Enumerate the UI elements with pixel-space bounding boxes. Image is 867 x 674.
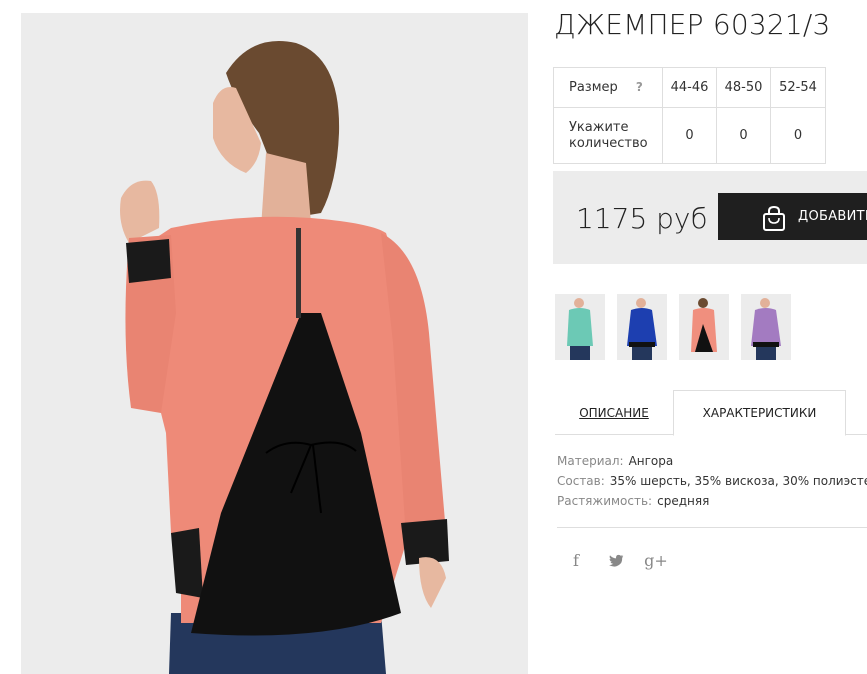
characteristic-row: Материал: Ангора: [557, 451, 867, 471]
quantity-input[interactable]: 0: [770, 107, 826, 164]
quantity-input[interactable]: 0: [662, 107, 717, 164]
price: 1175 руб: [576, 202, 708, 235]
quantity-label: Укажите количество: [553, 107, 663, 164]
characteristics-list: Материал: Ангора Состав: 35% шерсть, 35% в…: [557, 451, 867, 511]
size-option: 44-46: [662, 67, 717, 108]
size-table: Размер ? 44-46 48-50 52-54 Укажите колич…: [553, 67, 826, 164]
size-label-cell: Размер ?: [553, 67, 663, 108]
facebook-icon[interactable]: f: [566, 549, 586, 571]
product-tabs: ОПИСАНИЕ ХАРАКТЕРИСТИКИ: [555, 390, 867, 436]
quantity-input[interactable]: 0: [716, 107, 771, 164]
shopping-bag-icon: [760, 204, 788, 232]
characteristic-key: Состав:: [557, 474, 605, 488]
variant-thumb-mint[interactable]: [555, 294, 605, 360]
size-option: 48-50: [716, 67, 771, 108]
characteristic-key: Материал:: [557, 454, 624, 468]
characteristic-row: Состав: 35% шерсть, 35% вискоза, 30% поли…: [557, 471, 867, 491]
size-label: Размер: [569, 80, 618, 95]
color-variants: [555, 294, 791, 360]
size-help-icon[interactable]: ?: [636, 79, 643, 95]
twitter-icon[interactable]: [606, 549, 626, 571]
divider: [557, 527, 867, 528]
characteristic-key: Растяжимость:: [557, 494, 653, 508]
googleplus-icon[interactable]: g+: [644, 549, 668, 571]
add-to-cart-label: ДОБАВИТЬ: [798, 209, 867, 224]
product-title: ДЖЕМПЕР 60321/3: [554, 8, 831, 41]
tab-description[interactable]: ОПИСАНИЕ: [555, 390, 673, 435]
characteristic-value: Ангора: [628, 454, 674, 468]
characteristic-row: Растяжимость: средняя: [557, 491, 867, 511]
characteristic-value: средняя: [657, 494, 710, 508]
size-option: 52-54: [770, 67, 826, 108]
product-photo[interactable]: [21, 13, 528, 674]
social-share: f g+: [566, 549, 668, 571]
variant-thumb-lilac[interactable]: [741, 294, 791, 360]
characteristic-value: 35% шерсть, 35% вискоза, 30% полиэстер: [609, 474, 867, 488]
tab-characteristics[interactable]: ХАРАКТЕРИСТИКИ: [673, 390, 846, 436]
add-to-cart-button[interactable]: ДОБАВИТЬ: [718, 193, 867, 240]
price-panel: 1175 руб ДОБАВИТЬ: [553, 171, 867, 264]
variant-thumb-coral[interactable]: [679, 294, 729, 360]
variant-thumb-blue[interactable]: [617, 294, 667, 360]
